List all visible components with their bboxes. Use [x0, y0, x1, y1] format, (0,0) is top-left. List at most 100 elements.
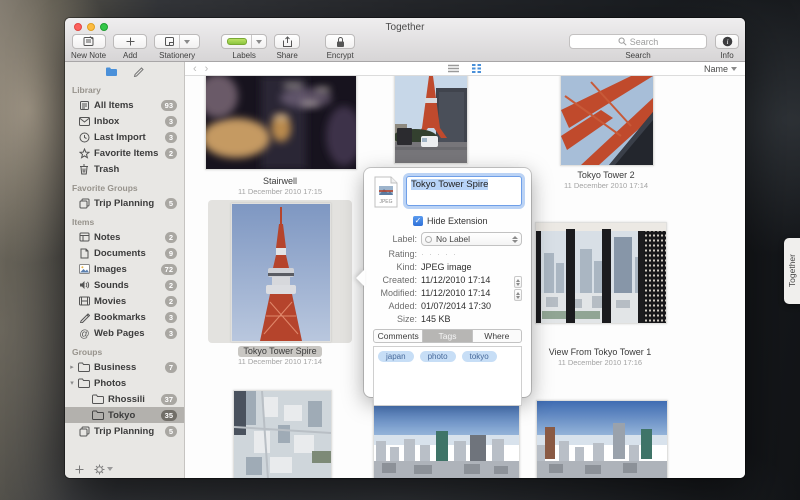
- group-stack-icon: [79, 198, 90, 209]
- folder-icon: [92, 410, 104, 420]
- hide-extension-checkbox[interactable]: ✓ Hide Extension: [413, 216, 522, 226]
- tag-pill[interactable]: tokyo: [462, 351, 497, 362]
- section-header-groups: Groups: [65, 341, 184, 359]
- chevron-down-icon: [731, 67, 737, 71]
- tab-comments[interactable]: Comments: [374, 330, 422, 342]
- search-icon: [618, 37, 627, 46]
- sidebar-item-inbox[interactable]: Inbox 3: [65, 113, 184, 129]
- thumbnail-city-aerial[interactable]: [233, 390, 332, 478]
- zoom-button[interactable]: [100, 23, 108, 31]
- count-badge: 5: [165, 426, 177, 437]
- photo-city-skyline-1: [374, 401, 519, 478]
- filename-selected-text: Tokyo Tower Spire: [411, 179, 488, 190]
- sidebar-item-web-pages[interactable]: @ Web Pages 3: [65, 325, 184, 341]
- popover-arrow: [356, 269, 365, 287]
- forward-button[interactable]: ›: [205, 64, 209, 74]
- speaker-icon: [79, 280, 90, 290]
- thumbnail-view-from-tokyo-tower-1[interactable]: [535, 222, 667, 324]
- thumbnail-stairwell[interactable]: [205, 76, 357, 170]
- sidebar-item-all-items[interactable]: All Items 93: [65, 97, 184, 113]
- disclosure-expanded-icon[interactable]: ▾: [68, 379, 76, 387]
- sidebar-item-rhossili[interactable]: Rhossili 37: [65, 391, 184, 407]
- sidebar-item-business[interactable]: ▸ Business 7: [65, 359, 184, 375]
- edit-pencil-icon[interactable]: [132, 66, 144, 77]
- folders-view-icon[interactable]: [105, 66, 118, 77]
- tab-tags[interactable]: Tags: [422, 330, 471, 342]
- count-badge: 2: [165, 296, 177, 307]
- thumbnail-tokyo-tower-spire[interactable]: [231, 203, 331, 342]
- sidebar-item-trip-planning-favorite[interactable]: Trip Planning 5: [65, 195, 184, 211]
- sort-dropdown[interactable]: Name: [704, 64, 737, 74]
- label-dropdown[interactable]: No Label: [421, 232, 522, 246]
- tag-pill[interactable]: japan: [378, 351, 414, 362]
- search-input[interactable]: Search: [569, 34, 707, 49]
- thumbnail-city-skyline-2[interactable]: [536, 400, 668, 478]
- created-stepper[interactable]: [514, 276, 522, 288]
- folder-icon: [78, 362, 90, 372]
- sidebar: Library All Items 93 Inbox 3 Last Import…: [65, 62, 185, 478]
- sidebar-item-documents[interactable]: Documents 9: [65, 245, 184, 261]
- count-badge: 9: [165, 248, 177, 259]
- modified-stepper[interactable]: [514, 289, 522, 301]
- thumbnail-tokyo-tower-2[interactable]: [560, 76, 654, 166]
- add-group-icon[interactable]: [75, 465, 84, 474]
- checkbox-checked-icon: ✓: [413, 216, 423, 226]
- sidebar-item-bookmarks[interactable]: Bookmarks 3: [65, 309, 184, 325]
- tab-where[interactable]: Where: [472, 330, 521, 342]
- grid-view-icon[interactable]: [471, 64, 482, 73]
- count-badge: 3: [165, 116, 177, 127]
- count-badge: 7: [165, 362, 177, 373]
- minimize-button[interactable]: [87, 23, 95, 31]
- svg-text:@: @: [79, 329, 89, 339]
- rating-control[interactable]: ·····: [421, 249, 461, 259]
- image-icon: [79, 264, 90, 274]
- info-icon: i: [722, 36, 733, 47]
- photo-view-from-tokyo-tower-1: [536, 223, 666, 323]
- tag-pill[interactable]: photo: [420, 351, 456, 362]
- sidebar-item-images[interactable]: Images 72: [65, 261, 184, 277]
- popover-tabs: Comments Tags Where: [373, 329, 522, 343]
- chevron-down-icon: [107, 467, 113, 471]
- list-view-icon[interactable]: [448, 64, 459, 73]
- sidebar-item-movies[interactable]: Movies 2: [65, 293, 184, 309]
- info-popover: JPEG Tokyo Tower Spire ✓ Hide Extension …: [364, 168, 531, 397]
- photo-stairwell: [206, 76, 356, 169]
- count-badge: 3: [165, 328, 177, 339]
- info-button[interactable]: i Info: [715, 34, 739, 60]
- stationery-button[interactable]: Stationery: [154, 34, 200, 60]
- share-button[interactable]: Share: [274, 34, 300, 60]
- gear-icon[interactable]: [94, 464, 105, 475]
- window-title: Together: [65, 18, 745, 33]
- labels-button[interactable]: Labels: [221, 34, 267, 60]
- filename-input[interactable]: Tokyo Tower Spire: [406, 176, 522, 206]
- modified-value: 11/12/2010 17:14: [421, 288, 490, 298]
- photo-city-aerial: [234, 391, 331, 478]
- sidebar-item-tokyo[interactable]: Tokyo 35: [65, 407, 184, 423]
- sidebar-item-trip-planning-group[interactable]: Trip Planning 5: [65, 423, 184, 439]
- back-button[interactable]: ‹: [193, 64, 197, 74]
- close-button[interactable]: [74, 23, 82, 31]
- sidebar-item-sounds[interactable]: Sounds 2: [65, 277, 184, 293]
- encrypt-button[interactable]: Encrypt: [325, 34, 355, 60]
- tags-panel[interactable]: japan photo tokyo: [373, 346, 522, 406]
- titlebar[interactable]: Together: [65, 18, 745, 33]
- count-badge: 35: [161, 410, 177, 421]
- thumbnail-tokyo-tower-street[interactable]: [394, 76, 468, 164]
- sidebar-item-notes[interactable]: Notes 2: [65, 229, 184, 245]
- thumbnail-city-skyline-1[interactable]: [373, 400, 520, 478]
- add-button[interactable]: Add: [113, 34, 147, 60]
- sidebar-item-favorite-items[interactable]: Favorite Items 2: [65, 145, 184, 161]
- new-note-button[interactable]: New Note: [71, 34, 106, 60]
- label-color-swatch: [227, 38, 247, 45]
- together-edge-tab[interactable]: Together: [784, 238, 800, 304]
- sidebar-item-trash[interactable]: Trash: [65, 161, 184, 177]
- lock-icon: [335, 36, 346, 48]
- count-badge: 3: [165, 312, 177, 323]
- disclosure-collapsed-icon[interactable]: ▸: [68, 363, 76, 371]
- sidebar-item-photos[interactable]: ▾ Photos: [65, 375, 184, 391]
- photo-tokyo-tower-spire: [232, 204, 330, 341]
- kind-value: JPEG image: [421, 262, 472, 272]
- folder-icon: [78, 378, 90, 388]
- sidebar-item-last-import[interactable]: Last Import 3: [65, 129, 184, 145]
- window-chrome: Together New Note Add Stationery: [65, 18, 745, 62]
